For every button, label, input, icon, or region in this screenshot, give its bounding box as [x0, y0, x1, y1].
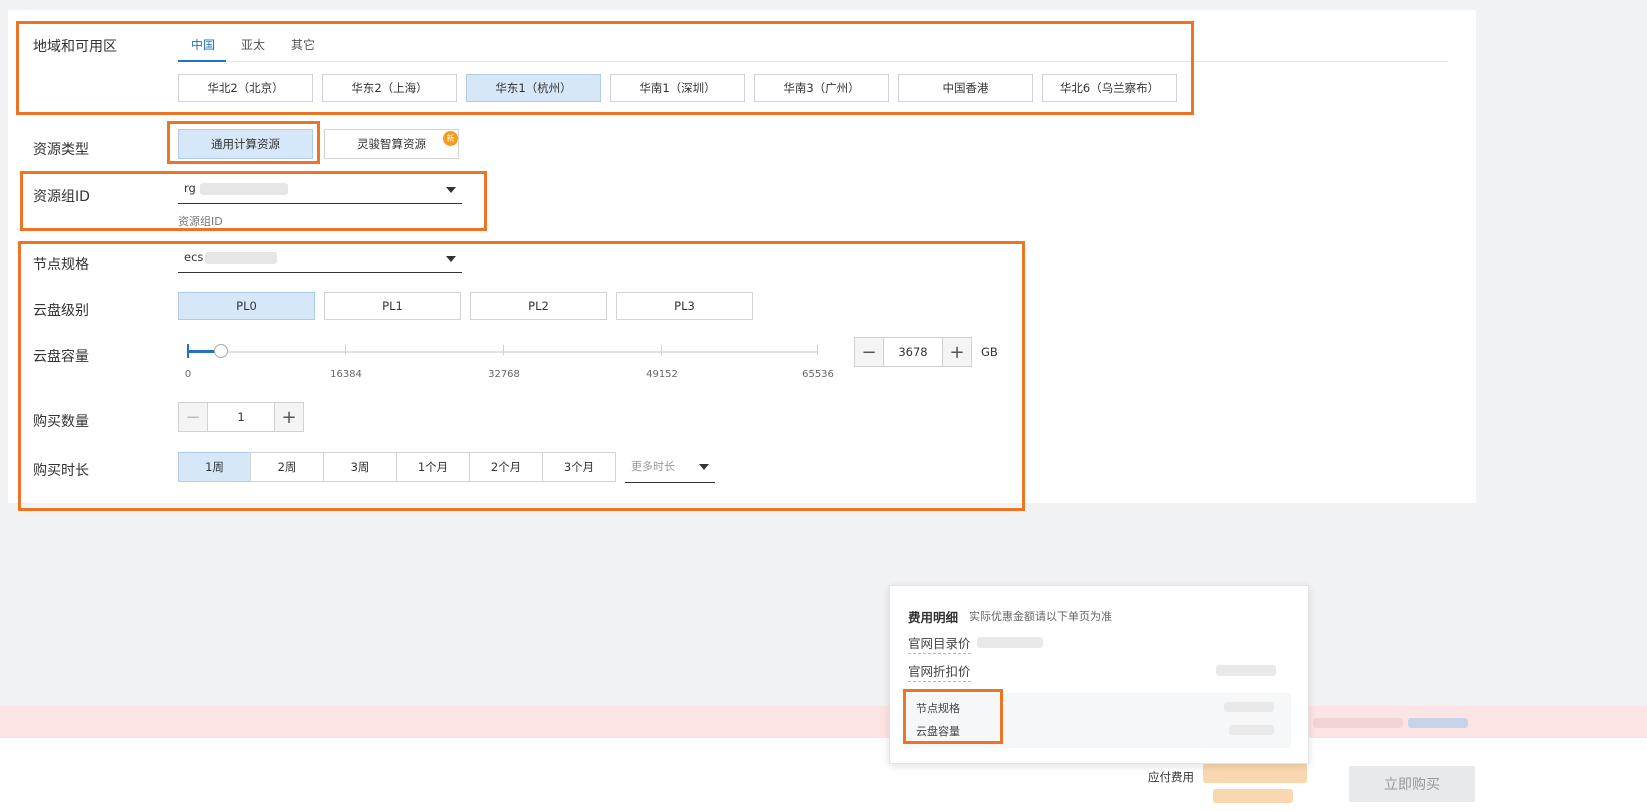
fee-detail-subtitle: 实际优惠金额请以下单页为准	[969, 610, 1112, 623]
spec-highlight-box	[18, 241, 1025, 511]
fee-detail-popover: 费用明细 实际优惠金额请以下单页为准 官网目录价 官网折扣价 节点规格 云盘容量	[889, 585, 1309, 764]
resource-type-lingjun[interactable]: 灵骏智算资源	[324, 129, 459, 159]
redacted-fee-amount	[1213, 789, 1293, 803]
list-price-label[interactable]: 官网目录价	[908, 633, 971, 654]
redacted-item-price	[1229, 725, 1274, 735]
notice-banner	[0, 706, 1647, 738]
resource-group-highlight-box	[20, 171, 487, 231]
redacted-banner-text	[1313, 718, 1403, 728]
redacted-list-price	[977, 637, 1043, 648]
discount-price-label[interactable]: 官网折扣价	[908, 661, 971, 682]
redacted-discount-price	[1216, 665, 1276, 676]
fee-items-highlight-box	[903, 689, 1003, 744]
new-badge: 新	[443, 131, 458, 146]
fee-label: 应付费用	[1148, 770, 1194, 784]
redacted-banner-link	[1408, 718, 1468, 728]
region-highlight-box	[16, 21, 1194, 115]
buy-now-button[interactable]: 立即购买	[1349, 766, 1475, 802]
redacted-item-price	[1224, 702, 1274, 712]
fee-detail-title: 费用明细	[908, 610, 959, 625]
resource-type-label: 资源类型	[33, 142, 89, 158]
resource-type-highlight-box	[167, 121, 320, 164]
redacted-fee-amount	[1203, 763, 1307, 783]
